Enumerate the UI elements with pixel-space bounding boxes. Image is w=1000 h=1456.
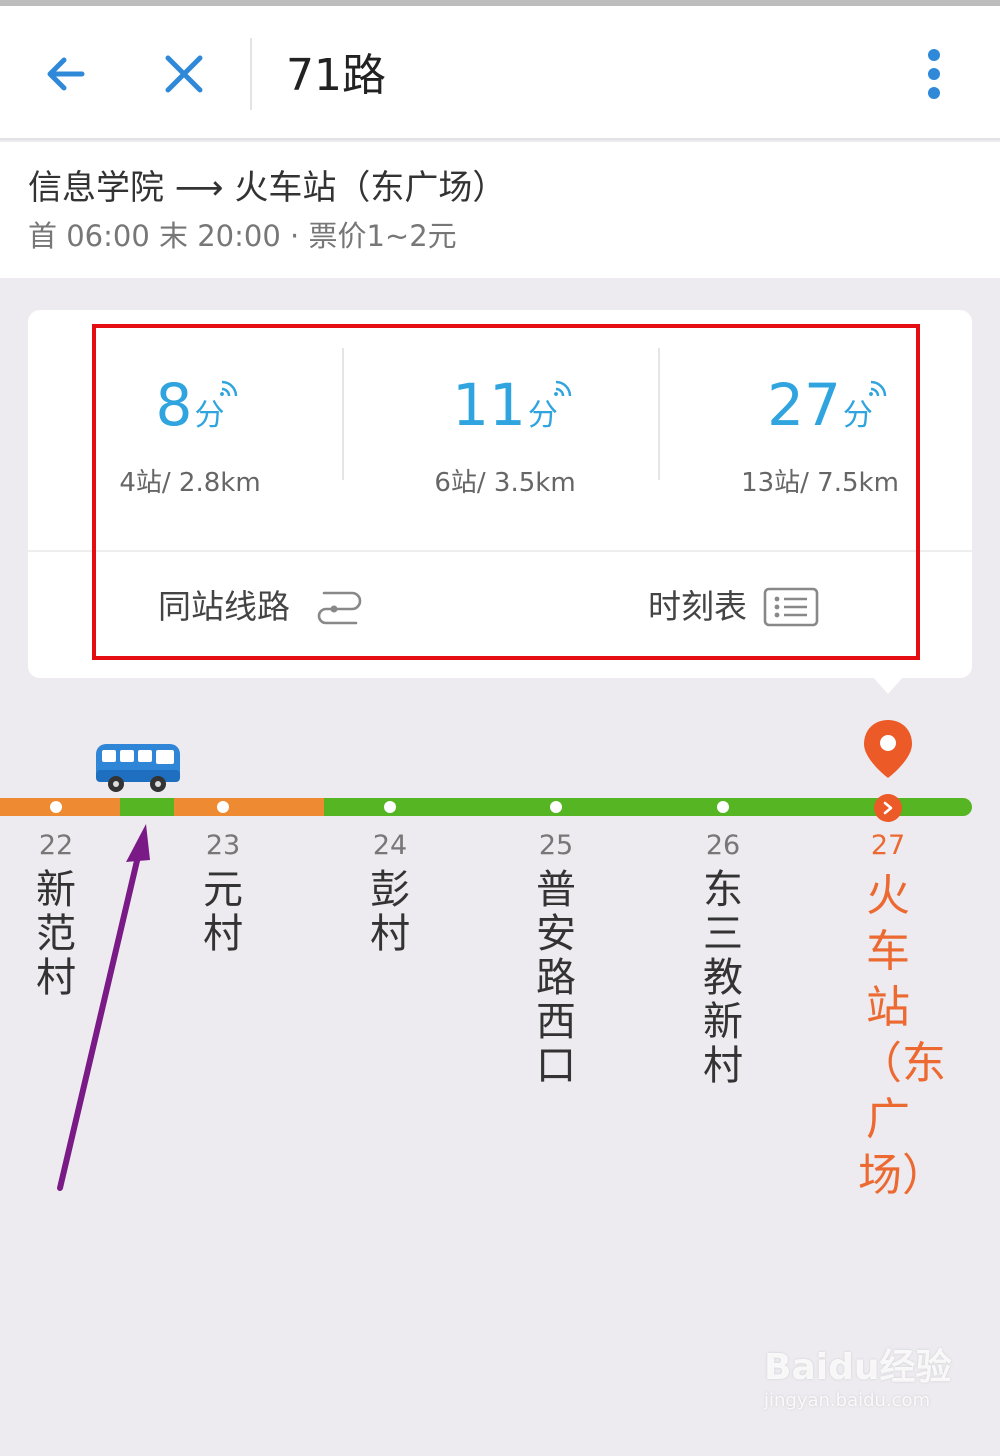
stop-dot [384, 801, 396, 813]
bus-icon[interactable] [94, 742, 182, 798]
track-segment-clear [120, 798, 174, 816]
stop-name[interactable]: 普安路西口 [526, 868, 586, 1088]
chevron-right-icon [883, 801, 893, 815]
destination-stop-name[interactable]: 火车站（东广场） [858, 868, 946, 1204]
watermark-url: jingyan.baidu.com [764, 1390, 931, 1411]
card-pointer [872, 676, 904, 694]
more-button[interactable] [904, 44, 964, 104]
stop-dot [717, 801, 729, 813]
stop-dot [550, 801, 562, 813]
watermark-logo: Baidu经验 [764, 1347, 952, 1388]
annotation-highlight-box [92, 324, 920, 660]
back-button[interactable] [36, 44, 96, 104]
stop-name[interactable]: 彭村 [360, 868, 420, 956]
more-vertical-icon [928, 49, 940, 99]
close-icon [165, 55, 203, 93]
route-track [0, 798, 972, 816]
close-button[interactable] [154, 44, 214, 104]
stop-number: 25 [538, 830, 574, 861]
stop-name[interactable]: 东三教新村 [693, 868, 753, 1088]
stop-number: 23 [205, 830, 241, 861]
app-header: 71路 [0, 6, 1000, 140]
destination-stop-number: 27 [870, 830, 906, 861]
header-divider [250, 38, 252, 110]
stop-dot [217, 801, 229, 813]
route-direction: 信息学院 ⟶ 火车站（东广场） [28, 168, 507, 208]
stop-number: 24 [372, 830, 408, 861]
destination-marker [874, 794, 902, 822]
stop-name[interactable]: 元村 [193, 868, 253, 956]
route-info: 信息学院 ⟶ 火车站（东广场） 首 06:00 末 20:00 · 票价1~2元 [0, 142, 1000, 278]
annotation-arrow [40, 820, 170, 1204]
stop-dot [50, 801, 62, 813]
stop-number: 26 [705, 830, 741, 861]
route-schedule: 首 06:00 末 20:00 · 票价1~2元 [28, 219, 457, 253]
route-title: 71路 [286, 50, 386, 101]
back-arrow-icon [47, 57, 85, 91]
watermark: Baidu经验 jingyan.baidu.com [764, 1346, 951, 1412]
track-segment-congested [174, 798, 324, 816]
destination-pin-icon [862, 718, 914, 784]
